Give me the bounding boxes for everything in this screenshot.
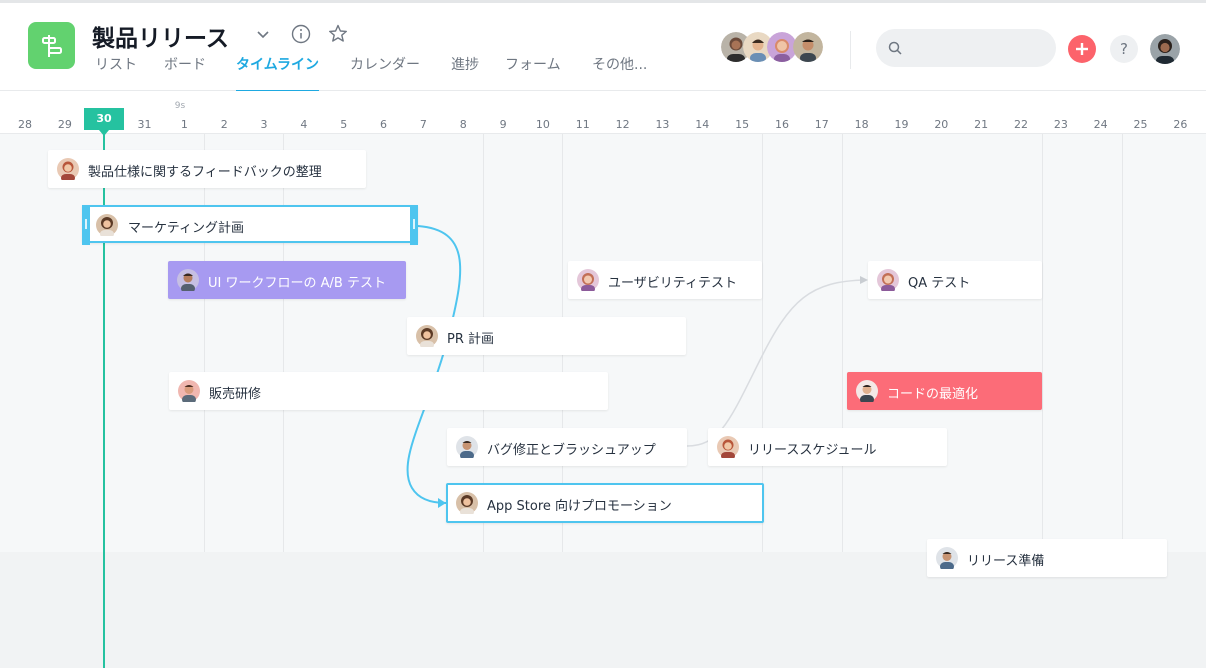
task-assignee-avatar (456, 492, 478, 514)
task-assignee-avatar (717, 436, 739, 458)
task-label: QA テスト (908, 276, 971, 291)
task-assignee-avatar (177, 269, 199, 291)
task-bar[interactable]: リリーススケジュール (708, 428, 947, 466)
dependency-arrowhead (438, 498, 446, 508)
task-label: 販売研修 (209, 387, 262, 402)
task-bar-selected[interactable]: マーケティング計画 (82, 205, 418, 245)
task-assignee-avatar (936, 547, 958, 569)
task-bar-linked[interactable]: App Store 向けプロモーション (446, 483, 764, 523)
task-label: ユーザビリティテスト (608, 276, 737, 291)
task-assignee-avatar (856, 380, 878, 402)
task-label: コードの最適化 (887, 387, 979, 402)
task-assignee-avatar (577, 269, 599, 291)
task-label: リリース準備 (967, 554, 1045, 569)
task-bar[interactable]: QA テスト (868, 261, 1042, 299)
task-bar[interactable]: UI ワークフローの A/B テスト (168, 261, 406, 299)
task-label: PR 計画 (447, 332, 495, 347)
task-assignee-avatar (96, 214, 118, 236)
task-label: App Store 向けプロモーション (487, 499, 672, 514)
task-assignee-avatar (877, 269, 899, 291)
task-bar[interactable]: 製品仕様に関するフィードバックの整理 (48, 150, 366, 188)
task-label: バグ修正とブラッシュアップ (487, 443, 656, 458)
task-assignee-avatar (416, 325, 438, 347)
task-label: 製品仕様に関するフィードバックの整理 (88, 165, 322, 180)
task-resize-handle-right[interactable] (410, 205, 418, 245)
task-label: リリーススケジュール (748, 443, 877, 458)
task-assignee-avatar (456, 436, 478, 458)
task-bar[interactable]: バグ修正とブラッシュアップ (447, 428, 687, 466)
task-bar[interactable]: 販売研修 (169, 372, 608, 410)
task-assignee-avatar (178, 380, 200, 402)
task-bar[interactable]: ユーザビリティテスト (568, 261, 762, 299)
task-assignee-avatar (57, 158, 79, 180)
task-bar[interactable]: コードの最適化 (847, 372, 1042, 410)
task-label: UI ワークフローの A/B テスト (208, 276, 386, 291)
task-bar[interactable]: PR 計画 (407, 317, 686, 355)
task-bar[interactable]: リリース準備 (927, 539, 1167, 577)
dependency-arrowhead (860, 276, 868, 284)
dependency-arrow (686, 279, 867, 447)
task-resize-handle-left[interactable] (82, 205, 90, 245)
task-label: マーケティング計画 (128, 221, 244, 236)
